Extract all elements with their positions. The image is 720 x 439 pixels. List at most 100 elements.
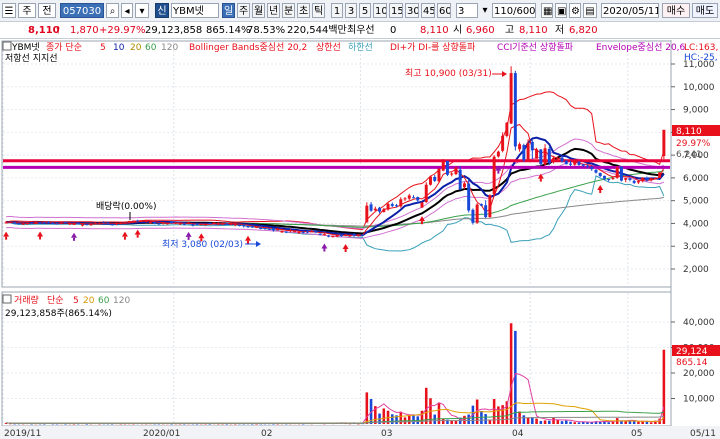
candle-body: [649, 177, 653, 181]
best-price: 8,110: [420, 25, 449, 36]
buy-button[interactable]: 매수: [662, 3, 690, 18]
candle-body: [369, 204, 373, 211]
all-select[interactable]: 전: [38, 3, 56, 18]
data-count-field[interactable]: 110/600: [492, 3, 536, 18]
candle-body: [543, 148, 547, 165]
minute-3[interactable]: 3: [345, 3, 357, 18]
minute-1[interactable]: 1: [331, 3, 343, 18]
tab-minute[interactable]: 분: [282, 3, 295, 18]
volume-rate-tag-text: 865.14: [676, 358, 708, 368]
candle-body: [136, 220, 140, 222]
legend-ma-label: 종가 단순: [46, 42, 82, 53]
prev-icon[interactable]: ◂: [121, 3, 133, 18]
signal-arrow-stem: [5, 236, 8, 240]
minute-60[interactable]: 60: [437, 3, 451, 18]
candle-body: [416, 197, 420, 201]
volume-bar: [450, 420, 453, 424]
signal-arrow-stem: [39, 236, 42, 240]
candle-body: [4, 222, 8, 224]
date-field[interactable]: 2020/05/11: [601, 3, 659, 18]
candle-body: [21, 223, 25, 225]
calendar-icon[interactable]: ▤: [583, 3, 597, 18]
volume-value: 29,123,858: [145, 25, 203, 36]
time-axis-bg: [0, 426, 720, 439]
volume-bar: [607, 422, 610, 424]
minute-15[interactable]: 15: [389, 3, 403, 18]
legend-toggle-icon[interactable]: [2, 41, 12, 51]
candle-body: [335, 235, 339, 237]
stock-name-field[interactable]: YBM넷: [171, 3, 219, 18]
settings-icon[interactable]: ⚙: [569, 3, 581, 18]
candle-body: [17, 223, 21, 225]
time-axis-label: 05: [631, 429, 642, 439]
volume-bar: [488, 419, 492, 424]
candle-body: [658, 172, 662, 178]
legend-ma120: 120: [161, 43, 178, 53]
candle-body: [233, 223, 237, 226]
volume-bar: [645, 421, 649, 424]
volume-tick-label: 10,000: [683, 395, 715, 405]
signal-arrow-stem: [136, 234, 139, 238]
price-tick-label: 9,000: [683, 106, 709, 116]
candle-body: [267, 228, 271, 230]
tab-month[interactable]: 월: [252, 3, 265, 18]
candle-body: [556, 159, 560, 161]
volume-bar: [577, 422, 581, 424]
candle-body: [119, 223, 123, 225]
tab-week[interactable]: 주: [237, 3, 250, 18]
candle-body: [140, 220, 144, 222]
legend-bollinger: Bollinger Bands중심선 20,2: [189, 42, 307, 53]
candle-body: [569, 163, 573, 165]
minute-5[interactable]: 5: [359, 3, 371, 18]
stock-chart[interactable]: YBM넷 종가 단순 5 10 20 60 120 Bollinger Band…: [0, 40, 720, 439]
minute-10[interactable]: 10: [373, 3, 387, 18]
candle-body: [13, 222, 17, 224]
grid-icon[interactable]: ▦: [541, 3, 553, 18]
candle-body: [318, 233, 322, 235]
candle-body: [157, 223, 161, 225]
candle-body: [628, 178, 632, 180]
new-listing-badge[interactable]: 신: [155, 3, 169, 18]
tab-second[interactable]: 초: [297, 3, 310, 18]
candle-body: [535, 149, 539, 159]
candle-body: [259, 228, 263, 229]
candle-body: [458, 169, 462, 190]
legend-resist-support: 저항선 지지선: [5, 53, 58, 64]
market-select[interactable]: 주: [18, 3, 36, 18]
minute-30[interactable]: 30: [405, 3, 419, 18]
volume-legend-toggle-icon[interactable]: [2, 294, 12, 304]
candle-body: [513, 73, 517, 147]
legend-ma5: 5: [100, 43, 106, 53]
dropdown-icon[interactable]: ▾: [135, 3, 149, 18]
candle-body: [590, 166, 594, 170]
signal-arrow-stem: [247, 240, 250, 244]
interval-dropdown-icon[interactable]: ▾: [480, 3, 490, 18]
candle-body: [331, 235, 335, 238]
tab-tick[interactable]: 틱: [312, 3, 325, 18]
candle-body: [55, 223, 59, 225]
legend-cci: CCI기준선 상향돌파: [497, 41, 574, 53]
sell-button[interactable]: 매도: [692, 3, 718, 18]
save-icon[interactable]: ▣: [555, 3, 567, 18]
stock-code-input[interactable]: 057030: [60, 3, 104, 18]
trade-amount: 220,544백만: [287, 25, 347, 36]
candle-body: [518, 144, 522, 150]
tab-day[interactable]: 일: [222, 3, 235, 18]
candle-body: [64, 222, 68, 224]
candle-body: [322, 234, 326, 236]
candle-body: [560, 157, 564, 162]
candle-body: [365, 205, 369, 223]
candle-body: [97, 223, 101, 225]
menu-icon[interactable]: ☰: [2, 3, 16, 18]
interval-select[interactable]: 3: [456, 3, 478, 18]
candle-body: [539, 149, 543, 165]
candle-body: [390, 204, 394, 206]
price-tick-label: 5,000: [683, 197, 709, 207]
signal-arrow-stem: [599, 189, 602, 193]
volume-bar: [560, 421, 564, 424]
candle-body: [212, 222, 216, 224]
candle-body: [454, 167, 458, 175]
minute-45[interactable]: 45: [421, 3, 435, 18]
tab-year[interactable]: 년: [267, 3, 280, 18]
search-icon[interactable]: ⌕: [106, 3, 119, 18]
